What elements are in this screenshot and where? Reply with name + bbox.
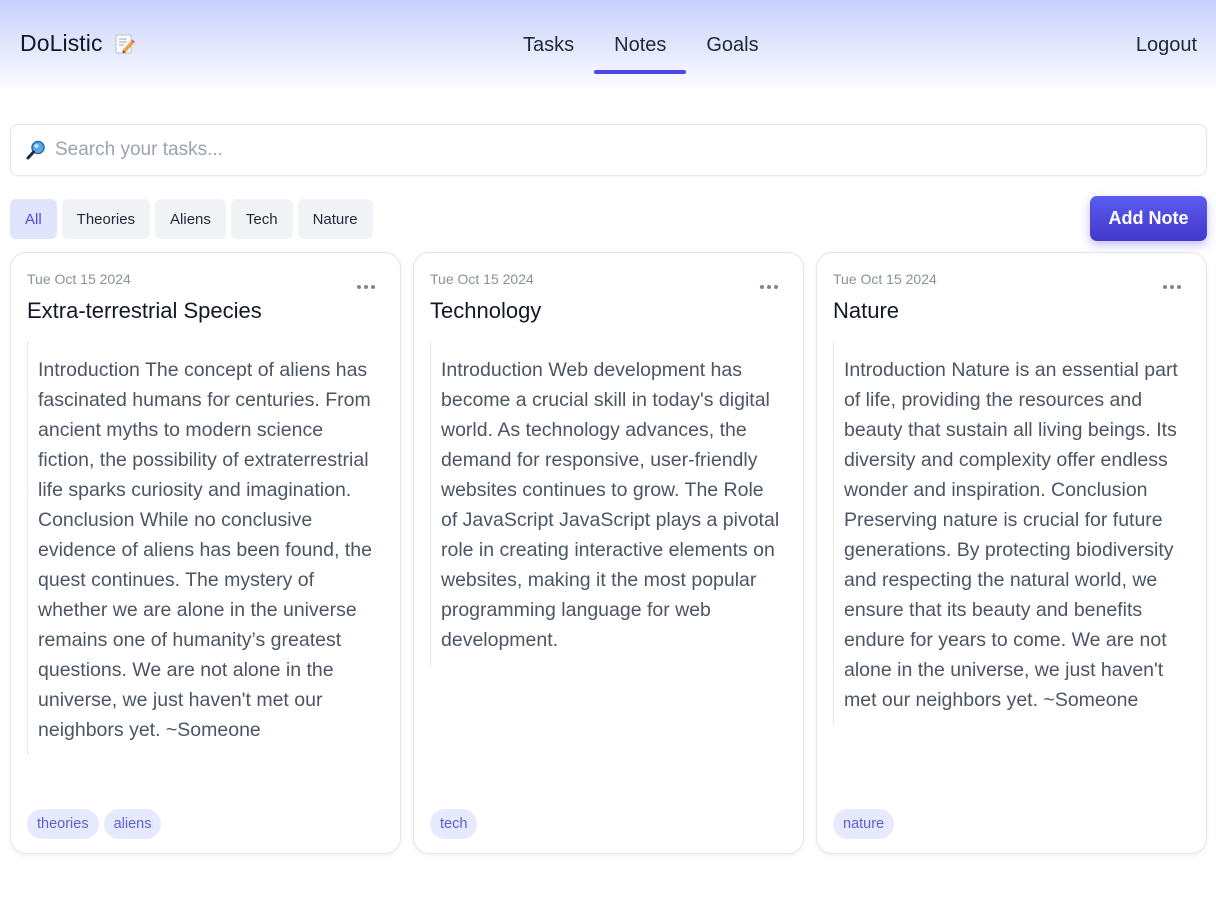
filter-theories[interactable]: Theories xyxy=(61,199,151,239)
note-tags: nature xyxy=(833,809,895,839)
main-nav: Tasks Notes Goals xyxy=(503,22,779,74)
more-options-icon[interactable] xyxy=(356,279,376,289)
magnifier-icon xyxy=(25,139,47,161)
note-date: Tue Oct 15 2024 xyxy=(27,271,131,287)
top-navbar: DoListic Tasks Notes Goals Logout xyxy=(0,0,1216,88)
note-tags: tech xyxy=(430,809,478,839)
tag-badge[interactable]: nature xyxy=(833,809,895,839)
logout-link[interactable]: Logout xyxy=(1136,34,1197,57)
tag-badge[interactable]: aliens xyxy=(103,809,162,839)
note-title: Extra-terrestrial Species xyxy=(27,298,262,323)
tab-notes[interactable]: Notes xyxy=(594,22,687,74)
more-options-icon[interactable] xyxy=(759,279,779,289)
search-bar xyxy=(10,124,1207,176)
note-tags: theories aliens xyxy=(27,809,162,839)
tag-badge[interactable]: tech xyxy=(430,809,478,839)
memo-icon xyxy=(113,33,135,55)
filter-aliens[interactable]: Aliens xyxy=(155,199,226,239)
note-date: Tue Oct 15 2024 xyxy=(430,271,534,287)
filter-all[interactable]: All xyxy=(10,199,57,239)
tag-badge[interactable]: theories xyxy=(27,809,99,839)
search-input[interactable] xyxy=(55,139,1206,161)
tab-tasks[interactable]: Tasks xyxy=(503,22,594,74)
note-card[interactable]: Tue Oct 15 2024 Nature Introduction Natu… xyxy=(816,252,1207,854)
note-body: Introduction Web development has become … xyxy=(430,341,785,665)
filter-tech[interactable]: Tech xyxy=(230,199,293,239)
note-body: Introduction Nature is an essential part… xyxy=(833,341,1188,725)
note-title: Technology xyxy=(430,298,542,323)
filter-nature[interactable]: Nature xyxy=(297,199,373,239)
note-date: Tue Oct 15 2024 xyxy=(833,271,937,287)
note-title: Nature xyxy=(833,298,900,323)
brand[interactable]: DoListic xyxy=(20,30,135,57)
note-body: Introduction The concept of aliens has f… xyxy=(27,341,382,755)
brand-name: DoListic xyxy=(20,30,103,56)
note-card[interactable]: Tue Oct 15 2024 Extra-terrestrial Specie… xyxy=(10,252,401,854)
note-card[interactable]: Tue Oct 15 2024 Technology Introduction … xyxy=(413,252,804,854)
tab-goals[interactable]: Goals xyxy=(686,22,778,74)
category-filters: All Theories Aliens Tech Nature xyxy=(10,199,373,239)
add-note-button[interactable]: Add Note xyxy=(1090,196,1207,241)
more-options-icon[interactable] xyxy=(1162,279,1182,289)
